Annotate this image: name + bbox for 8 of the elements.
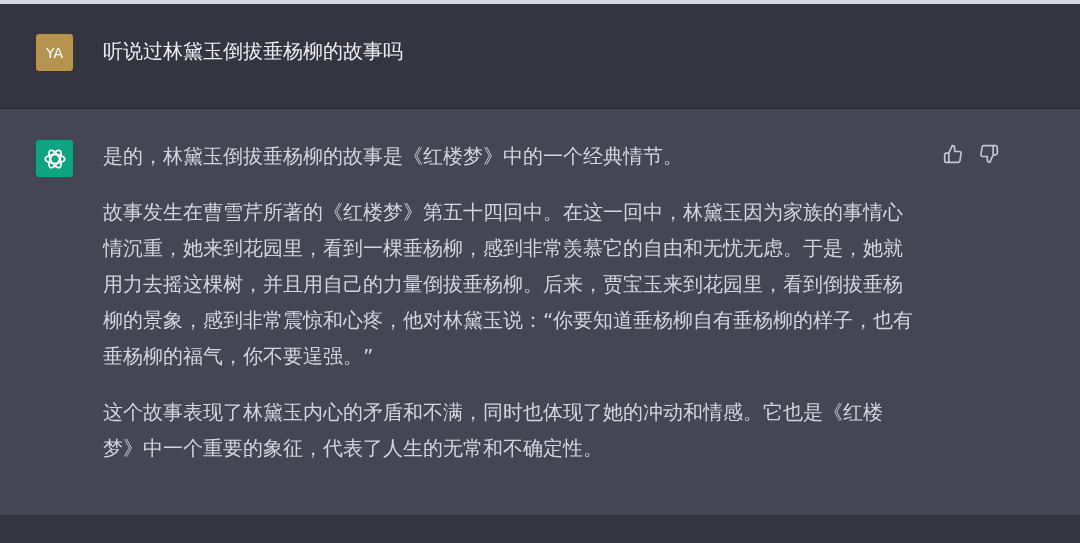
user-avatar: YA xyxy=(36,34,73,71)
thumbs-up-icon[interactable] xyxy=(943,144,963,164)
knot-logo-icon xyxy=(36,140,73,177)
message-text: 听说过林黛玉倒拔垂杨柳的故事吗 xyxy=(103,38,404,65)
message-text: 是的，林黛玉倒拔垂杨柳的故事是《红楼梦》中的一个经典情节。 xyxy=(103,143,684,170)
thumbs-down-icon[interactable] xyxy=(979,144,999,164)
message-text: 故事发生在曹雪芹所著的《红楼梦》第五十四回中。在这一回中，林黛玉因为家族的事情心情沉重，她来到花园里，看到一棵垂杨柳，感到非常羡慕它的自由和无忧无虑。于是，她就用力去摇这棵树，并且用自己的力量倒拔垂杨柳。后来，贾宝玉来到花园里，看到倒拔垂杨柳的景象，感到非常震惊和心疼，他对林黛玉说：“你要知道垂杨柳自有垂杨柳的样子，也有垂杨柳的福气，你不要逞强。” xyxy=(103,199,915,370)
message-text: 这个故事表现了林黛玉内心的矛盾和不满，同时也体现了她的冲动和情感。它也是《红楼梦》中一个重要的象征，代表了人生的无常和不确定性。 xyxy=(103,399,884,462)
